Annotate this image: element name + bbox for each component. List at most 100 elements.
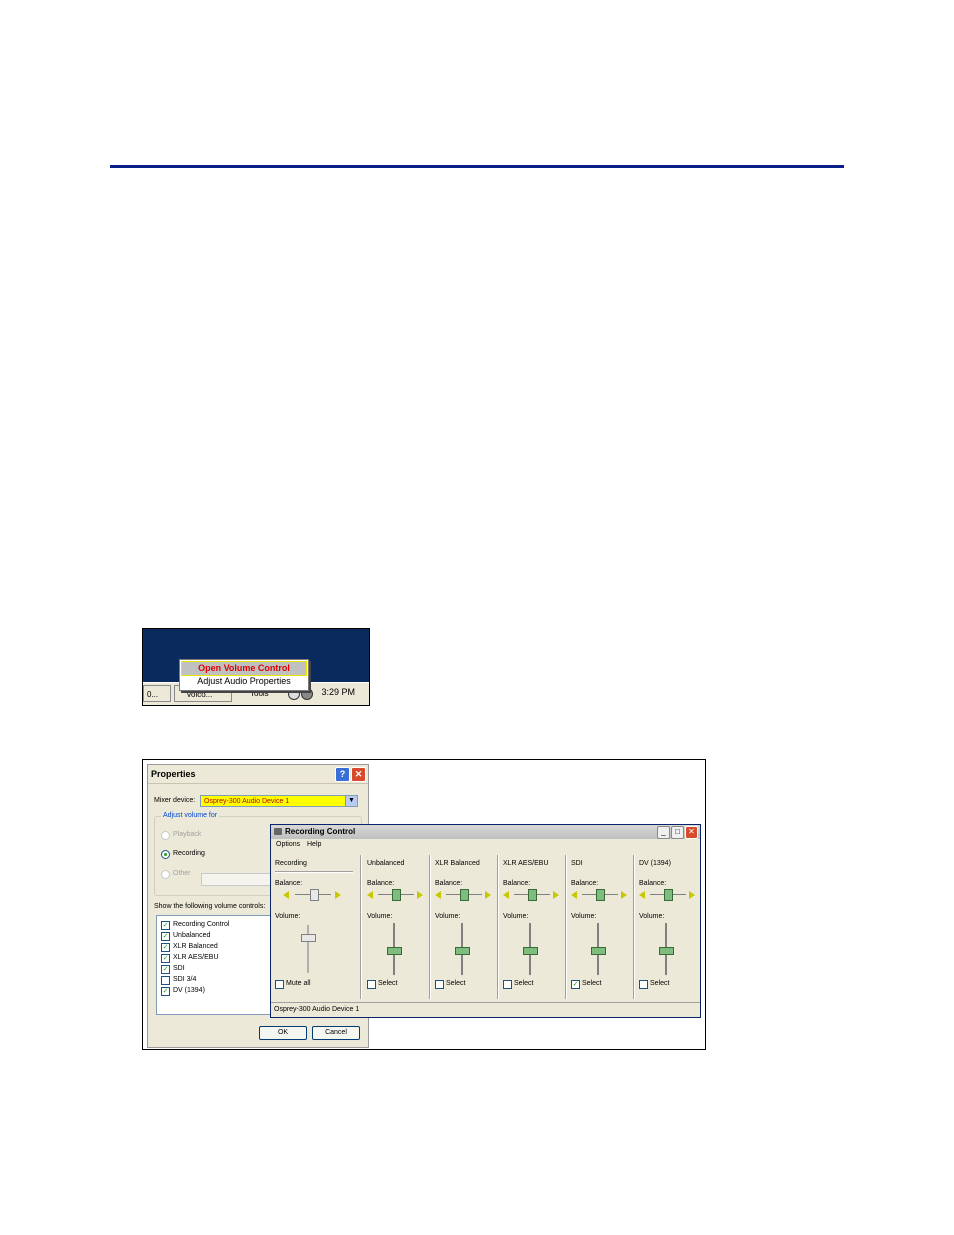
- balance-slider[interactable]: [392, 889, 401, 901]
- header-rule: [110, 165, 844, 168]
- radio-recording[interactable]: [161, 850, 170, 859]
- ok-button[interactable]: OK: [259, 1026, 307, 1040]
- volume-slider[interactable]: [659, 947, 674, 955]
- radio-other-label: Other: [173, 870, 191, 877]
- minimize-icon[interactable]: _: [657, 826, 670, 839]
- show-controls-label: Show the following volume controls:: [154, 903, 266, 910]
- volume-slider[interactable]: [455, 947, 470, 955]
- menu-item-open-volume-control[interactable]: Open Volume Control: [181, 661, 307, 676]
- select-checkbox[interactable]: ✓: [571, 980, 580, 989]
- control-checkbox[interactable]: [161, 976, 170, 985]
- speaker-right-icon: [621, 891, 627, 899]
- volume-slider[interactable]: [301, 934, 316, 942]
- select-checkbox[interactable]: [435, 980, 444, 989]
- speaker-left-icon: [283, 891, 289, 899]
- list-item: XLR AES/EBU: [173, 954, 219, 961]
- balance-slider[interactable]: [528, 889, 537, 901]
- speaker-left-icon: [367, 891, 373, 899]
- balance-slider[interactable]: [310, 889, 319, 901]
- speaker-left-icon: [571, 891, 577, 899]
- volume-track: [307, 925, 309, 973]
- status-bar: Osprey-300 Audio Device 1: [271, 1002, 700, 1017]
- volume-label: Volume:: [639, 913, 665, 920]
- channel-sdi: SDI Balance: Volume: ✓ Select: [567, 853, 635, 999]
- cancel-button[interactable]: Cancel: [312, 1026, 360, 1040]
- properties-titlebar: Properties ? ✕: [148, 765, 368, 784]
- channel-name: XLR AES/EBU: [503, 860, 549, 867]
- channel-recording: Recording Balance: Volume: Mute all: [271, 853, 359, 999]
- balance-slider[interactable]: [596, 889, 605, 901]
- speaker-left-icon: [503, 891, 509, 899]
- speaker-left-icon: [435, 891, 441, 899]
- context-menu: Open Volume Control Adjust Audio Propert…: [179, 659, 309, 691]
- menu-options[interactable]: Options: [276, 841, 300, 848]
- balance-slider[interactable]: [460, 889, 469, 901]
- balance-label: Balance:: [367, 880, 395, 887]
- select-label: Select: [446, 980, 466, 987]
- channel-dv-1394: DV (1394) Balance: Volume: Select: [635, 853, 703, 999]
- control-checkbox[interactable]: ✓: [161, 954, 170, 963]
- channel-separator: [360, 855, 362, 999]
- control-checkbox[interactable]: ✓: [161, 921, 170, 930]
- status-text: Osprey-300 Audio Device 1: [274, 1006, 360, 1013]
- mixer-device-select[interactable]: Osprey-300 Audio Device 1 ▼: [200, 795, 358, 807]
- radio-playback[interactable]: [161, 831, 170, 840]
- chevron-down-icon[interactable]: ▼: [345, 796, 357, 806]
- menu-help[interactable]: Help: [307, 841, 321, 848]
- balance-slider[interactable]: [664, 889, 673, 901]
- list-item: SDI: [173, 965, 185, 972]
- channel-name: Unbalanced: [367, 860, 405, 867]
- clock: 3:29 PM: [321, 687, 355, 697]
- balance-label: Balance:: [435, 880, 463, 887]
- radio-recording-label: Recording: [173, 850, 205, 857]
- adjust-volume-legend: Adjust volume for: [161, 812, 220, 819]
- control-checkbox[interactable]: ✓: [161, 932, 170, 941]
- taskbar-button[interactable]: 0...: [143, 685, 171, 702]
- menu-item-adjust-audio-properties[interactable]: Adjust Audio Properties: [182, 675, 306, 688]
- volume-slider[interactable]: [387, 947, 402, 955]
- balance-label: Balance:: [503, 880, 531, 887]
- list-item: Recording Control: [173, 921, 230, 928]
- balance-label: Balance:: [275, 880, 303, 887]
- select-checkbox[interactable]: [639, 980, 648, 989]
- channel-name: DV (1394): [639, 860, 671, 867]
- volume-slider[interactable]: [591, 947, 606, 955]
- volume-slider[interactable]: [523, 947, 538, 955]
- help-button[interactable]: ?: [335, 767, 350, 782]
- channel-xlr-aes-ebu: XLR AES/EBU Balance: Volume: Select: [499, 853, 567, 999]
- list-item: DV (1394): [173, 987, 205, 994]
- list-item: Unbalanced: [173, 932, 211, 939]
- volume-label: Volume:: [367, 913, 393, 920]
- channel-name: SDI: [571, 860, 583, 867]
- dialog-title: Properties: [151, 769, 196, 779]
- select-label: Select: [650, 980, 670, 987]
- volume-label: Volume:: [275, 913, 301, 920]
- speaker-icon: [274, 828, 282, 835]
- taskbar-screenshot: 0... volco... Tools 3:29 PM Open Volume …: [142, 628, 370, 706]
- channel-unbalanced: Unbalanced Balance: Volume: Select: [363, 853, 431, 999]
- balance-label: Balance:: [571, 880, 599, 887]
- select-label: Select: [514, 980, 534, 987]
- divider: [275, 871, 353, 873]
- select-checkbox[interactable]: [503, 980, 512, 989]
- mute-all-checkbox[interactable]: [275, 980, 284, 989]
- maximize-icon[interactable]: □: [671, 826, 684, 839]
- control-checkbox[interactable]: ✓: [161, 987, 170, 996]
- mixer-device-label: Mixer device:: [154, 797, 196, 804]
- close-icon[interactable]: ✕: [685, 826, 698, 839]
- control-checkbox[interactable]: ✓: [161, 965, 170, 974]
- close-button[interactable]: ✕: [351, 767, 366, 782]
- speaker-right-icon: [335, 891, 341, 899]
- radio-playback-label: Playback: [173, 831, 202, 838]
- menu-bar: Options Help: [271, 840, 700, 851]
- window-title: Recording Control: [285, 827, 356, 836]
- mute-all-label: Mute all: [286, 980, 311, 987]
- volume-label: Volume:: [571, 913, 597, 920]
- channel-name: Recording: [275, 860, 307, 867]
- speaker-right-icon: [417, 891, 423, 899]
- balance-label: Balance:: [639, 880, 667, 887]
- volume-label: Volume:: [435, 913, 461, 920]
- select-checkbox[interactable]: [367, 980, 376, 989]
- radio-other[interactable]: [161, 870, 170, 879]
- control-checkbox[interactable]: ✓: [161, 943, 170, 952]
